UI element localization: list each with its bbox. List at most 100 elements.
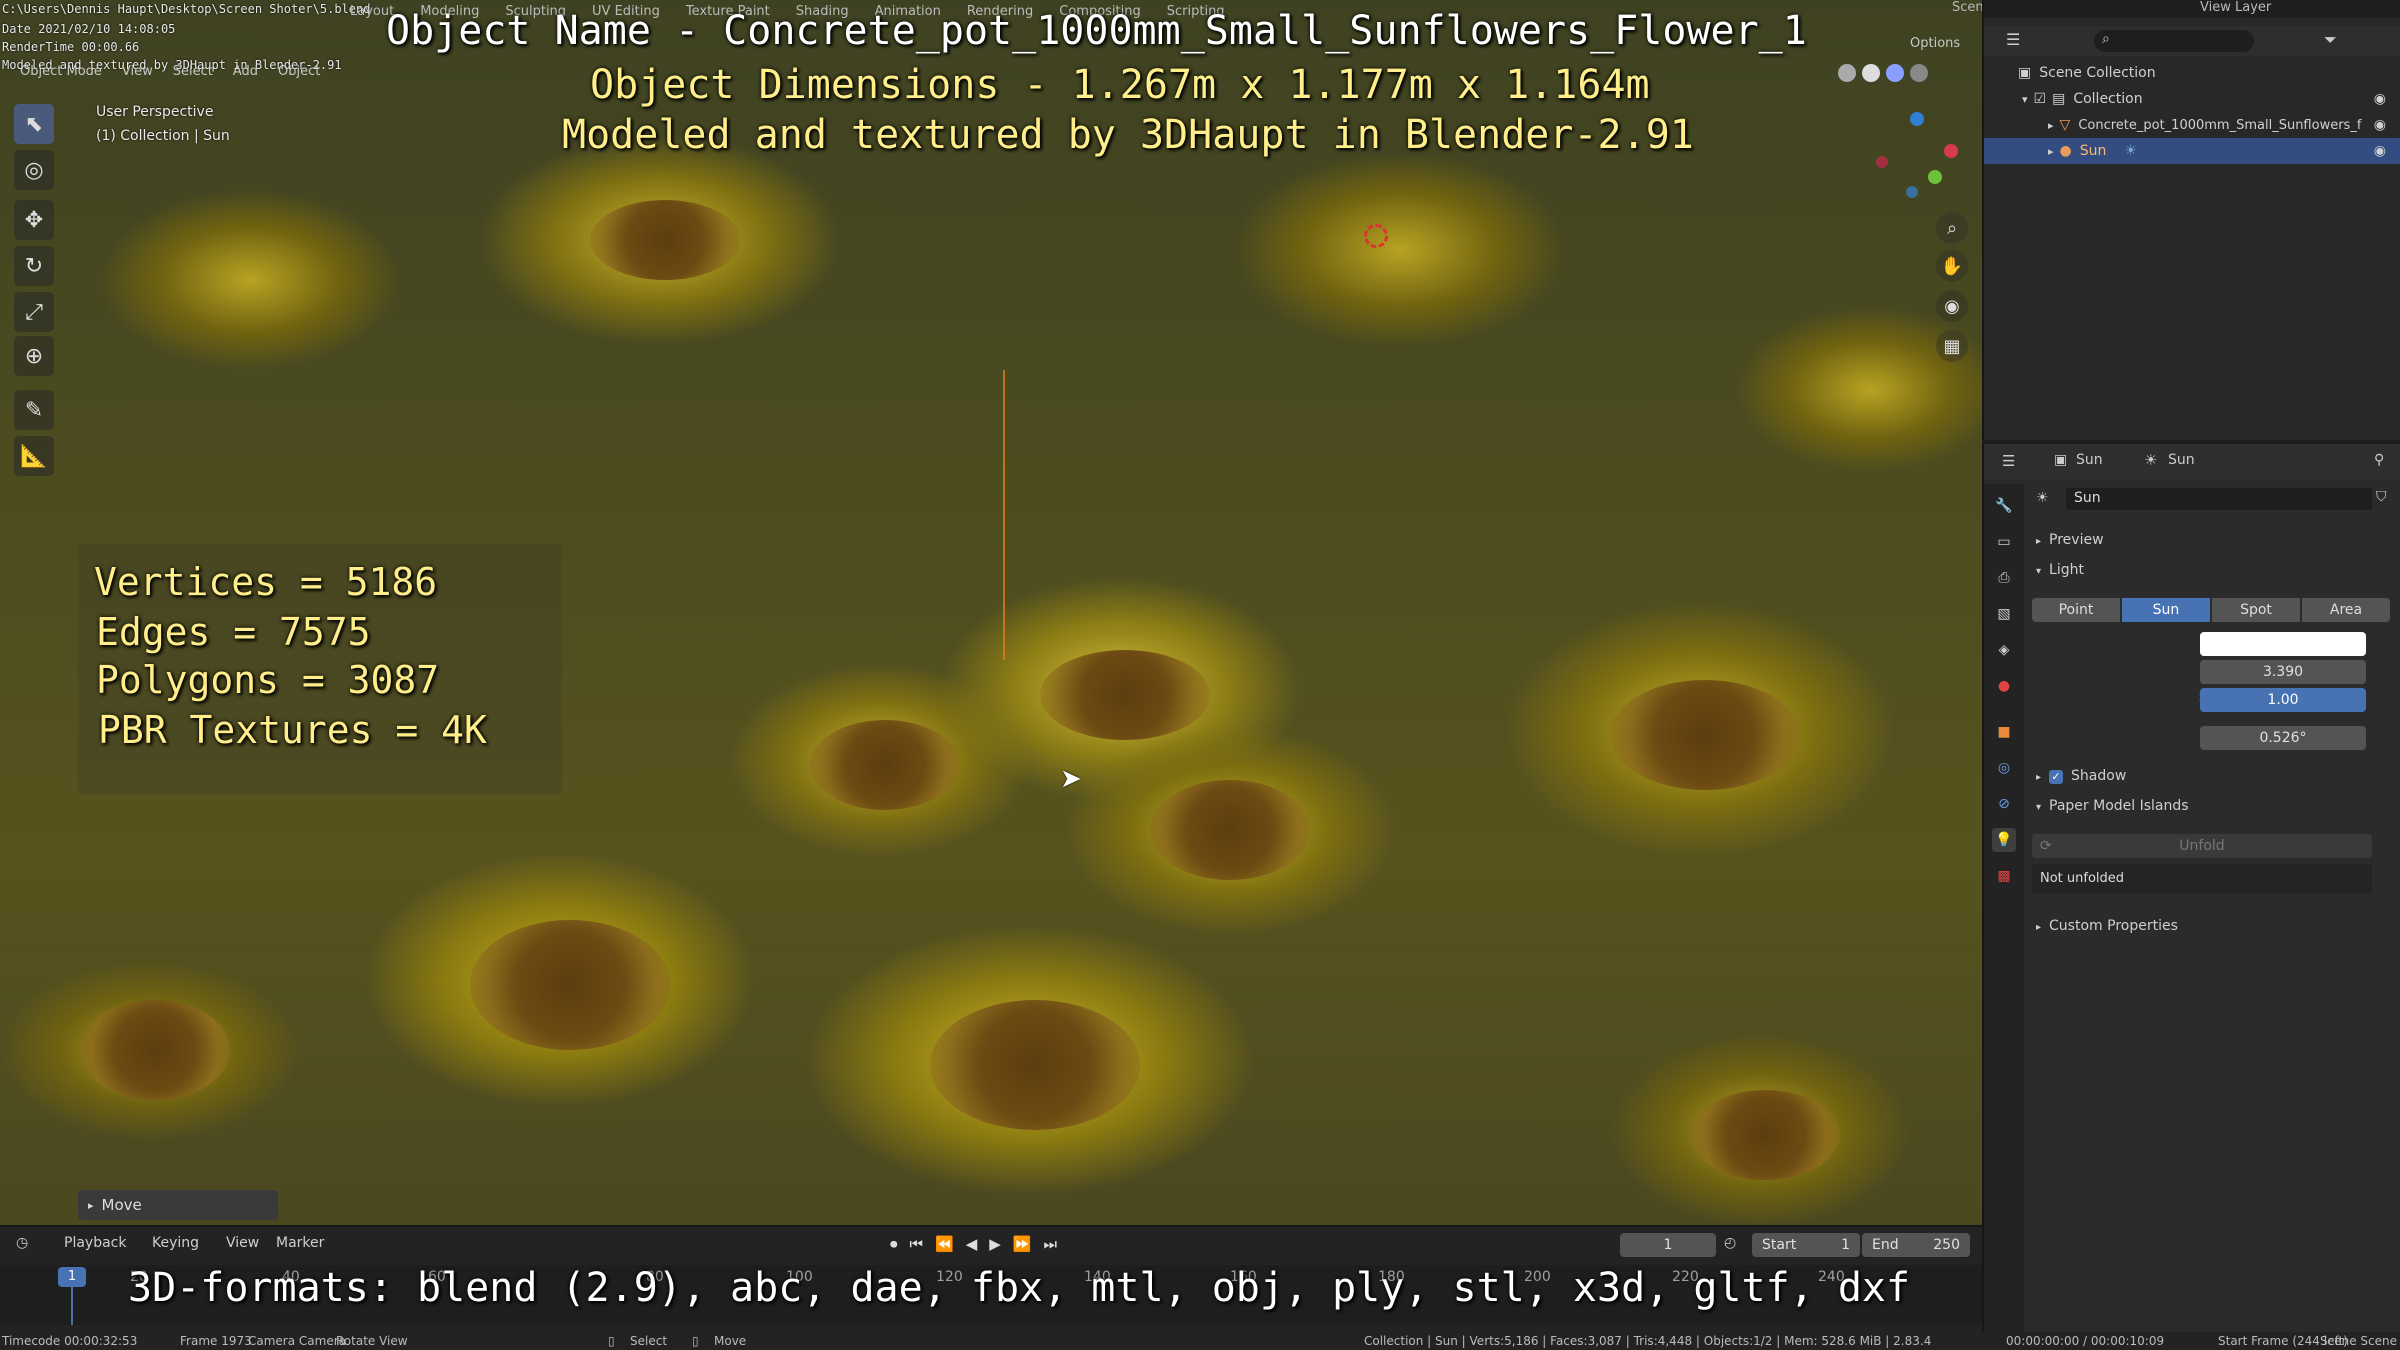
- outliner-row-sun[interactable]: ▸ ● Sun ☀ ◉: [1984, 138, 2400, 164]
- light-type-sun[interactable]: Sun: [2122, 598, 2210, 622]
- annotate-tool[interactable]: ✎: [14, 390, 54, 430]
- scene-collection-icon: ▣: [2018, 65, 2032, 81]
- wireframe-shading-icon[interactable]: [1838, 64, 1856, 82]
- zoom-icon[interactable]: ⌕: [1936, 212, 1968, 244]
- cursor-tool[interactable]: ◎: [14, 150, 54, 190]
- render-tab-icon[interactable]: ▭: [1992, 530, 2016, 554]
- light-datablock-icon[interactable]: ☀: [2036, 490, 2049, 506]
- menu-object[interactable]: Object: [278, 64, 320, 79]
- constraints-tab-icon[interactable]: ⊘: [1992, 792, 2016, 816]
- measure-tool[interactable]: 📐: [14, 436, 54, 476]
- playhead[interactable]: 1: [58, 1267, 86, 1287]
- overlay-formats: 3D-formats: blend (2.9), abc, dae, fbx, …: [128, 1265, 1911, 1311]
- expand-arrow-icon[interactable]: ▸: [2048, 145, 2054, 158]
- z-axis-icon[interactable]: [1910, 112, 1924, 126]
- fake-user-shield-icon[interactable]: ⛉: [2376, 489, 2387, 505]
- tool-tab-icon[interactable]: 🔧: [1992, 494, 2016, 518]
- transform-tool[interactable]: ⊕: [14, 336, 54, 376]
- menu-select[interactable]: Select: [173, 64, 213, 79]
- 3d-viewport[interactable]: C:\Users\Dennis Haupt\Desktop\Screen Sho…: [0, 0, 1982, 1225]
- specular-field[interactable]: 1.00: [2200, 688, 2366, 712]
- menu-playback[interactable]: Playback: [64, 1235, 126, 1251]
- outliner-row-collection[interactable]: ▾ ☑ ▤ Collection ◉: [1984, 86, 2400, 112]
- eye-icon[interactable]: ◉: [2374, 143, 2386, 159]
- mode-dropdown[interactable]: Object Mode: [20, 64, 102, 79]
- output-tab-icon[interactable]: ⎙: [1992, 566, 2016, 590]
- next-keyframe-icon[interactable]: ⏩: [1013, 1235, 1032, 1253]
- eye-icon[interactable]: ◉: [2374, 117, 2386, 133]
- object-tab-icon[interactable]: ■: [1992, 720, 2016, 744]
- light-type-area[interactable]: Area: [2302, 598, 2390, 622]
- record-icon[interactable]: ⏺: [890, 1235, 898, 1253]
- panel-shadow[interactable]: ▸ ✓ Shadow: [2036, 768, 2126, 784]
- shadow-checkbox[interactable]: ✓: [2049, 770, 2064, 784]
- pin-icon[interactable]: ⚲: [2374, 452, 2384, 468]
- outliner-search-input[interactable]: ⌕: [2094, 30, 2254, 52]
- 3d-cursor-icon: [1364, 224, 1388, 248]
- collapse-arrow-icon[interactable]: ▾: [2022, 93, 2028, 106]
- prev-keyframe-icon[interactable]: ⏪: [935, 1235, 954, 1253]
- pan-hand-icon[interactable]: ✋: [1936, 250, 1968, 282]
- eye-icon[interactable]: ◉: [2374, 91, 2386, 107]
- world-tab-icon[interactable]: ●: [1992, 674, 2016, 698]
- menu-keying[interactable]: Keying: [152, 1235, 199, 1251]
- menu-add[interactable]: Add: [233, 64, 258, 79]
- scale-tool[interactable]: ⤢: [14, 292, 54, 332]
- options-dropdown[interactable]: Options: [1910, 36, 1960, 51]
- neg-z-axis-icon[interactable]: [1906, 186, 1918, 198]
- outliner-row-scene-collection[interactable]: ▣ Scene Collection: [1984, 60, 2400, 86]
- stopwatch-icon[interactable]: ◴: [1724, 1235, 1736, 1251]
- strength-field[interactable]: 3.390: [2200, 660, 2366, 684]
- light-type-point[interactable]: Point: [2032, 598, 2120, 622]
- select-box-tool[interactable]: ⬉: [14, 104, 54, 144]
- view-layer-tab-icon[interactable]: ▧: [1992, 602, 2016, 626]
- grid-icon[interactable]: ▦: [1936, 330, 1968, 362]
- panel-paper-model[interactable]: ▾ Paper Model Islands: [2036, 798, 2189, 814]
- light-type-spot[interactable]: Spot: [2212, 598, 2300, 622]
- render-time: RenderTime 00:00.66: [2, 40, 140, 54]
- color-field[interactable]: [2200, 632, 2366, 656]
- end-frame-field[interactable]: End 250: [1862, 1233, 1970, 1257]
- view-layer-header: View Layer: [1984, 0, 2400, 18]
- rendered-shading-icon[interactable]: [1910, 64, 1928, 82]
- menu-view[interactable]: View: [226, 1235, 259, 1251]
- material-shading-icon[interactable]: [1886, 64, 1904, 82]
- panel-custom-properties[interactable]: ▸ Custom Properties: [2036, 918, 2178, 934]
- neg-x-axis-icon[interactable]: [1876, 156, 1888, 168]
- sunflower-disc: [80, 1000, 230, 1100]
- x-axis-icon[interactable]: [1944, 144, 1958, 158]
- checkbox-icon[interactable]: ☑: [2034, 91, 2047, 107]
- physics-tab-icon[interactable]: ◎: [1992, 756, 2016, 780]
- light-data-tab-icon[interactable]: 💡: [1992, 828, 2016, 852]
- current-frame-field[interactable]: 1: [1620, 1233, 1716, 1257]
- angle-field[interactable]: 0.526°: [2200, 726, 2366, 750]
- panel-preview[interactable]: ▸ Preview: [2036, 532, 2104, 548]
- editor-type-icon[interactable]: ☰: [2002, 452, 2015, 470]
- menu-marker[interactable]: Marker: [276, 1235, 324, 1251]
- filter-icon[interactable]: ⏷: [2324, 30, 2337, 50]
- camera-icon[interactable]: ◉: [1936, 290, 1968, 322]
- outliner-row-object[interactable]: ▸ ▽ Concrete_pot_1000mm_Small_Sunflowers…: [1984, 112, 2400, 138]
- panel-light[interactable]: ▾ Light: [2036, 562, 2084, 578]
- editor-type-icon[interactable]: ☰: [2006, 30, 2020, 49]
- start-frame-field[interactable]: Start 1: [1752, 1233, 1860, 1257]
- y-axis-icon[interactable]: [1928, 170, 1942, 184]
- solid-shading-icon[interactable]: [1862, 64, 1880, 82]
- menu-view[interactable]: View: [122, 64, 153, 79]
- jump-end-icon[interactable]: ⏭: [1044, 1235, 1058, 1253]
- scene-selector[interactable]: Scene: [1952, 0, 1982, 15]
- rotate-tool[interactable]: ↻: [14, 246, 54, 286]
- play-reverse-icon[interactable]: ◀: [966, 1235, 978, 1253]
- navigation-gizmo[interactable]: [1872, 108, 1964, 200]
- move-tool[interactable]: ✥: [14, 200, 54, 240]
- scene-tab-icon[interactable]: ◈: [1992, 638, 2016, 662]
- datablock-name-field[interactable]: Sun: [2066, 488, 2372, 510]
- jump-start-icon[interactable]: ⏮: [910, 1235, 924, 1253]
- texture-tab-icon[interactable]: ▩: [1992, 864, 2016, 888]
- unfold-button[interactable]: ⟳ Unfold: [2032, 834, 2372, 858]
- timeline-editor-type-icon[interactable]: ◷: [16, 1235, 28, 1251]
- expand-arrow-icon[interactable]: ▸: [2048, 119, 2054, 132]
- last-operator-panel[interactable]: ▸ Move: [78, 1190, 278, 1220]
- view-layer-selector[interactable]: View Layer: [2200, 0, 2271, 15]
- play-icon[interactable]: ▶: [989, 1235, 1001, 1253]
